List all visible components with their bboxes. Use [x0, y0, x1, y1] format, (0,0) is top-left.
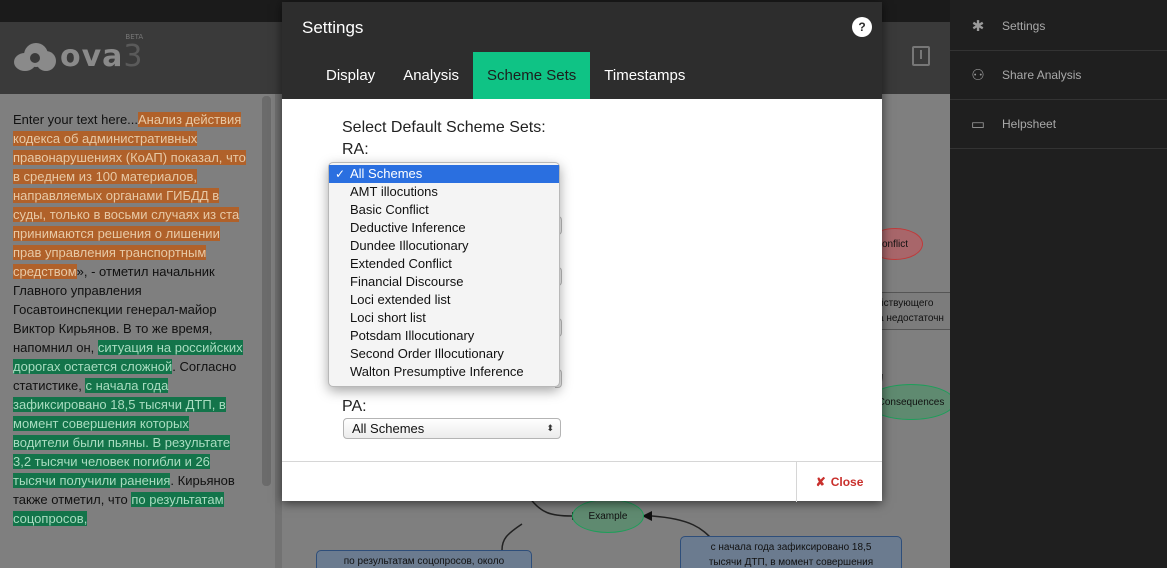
scheme-sets-heading: Select Default Scheme Sets:	[342, 119, 546, 136]
scheme-option[interactable]: ✓ All Schemes	[329, 165, 559, 183]
text-segment[interactable]: Анализ действия кодекса об административ…	[13, 112, 246, 279]
text-panel[interactable]: Enter your text here...Анализ действия к…	[0, 94, 275, 568]
scheme-option-label: Second Order Illocutionary	[350, 346, 504, 361]
right-sidebar: ✱ Settings ⚇ Share Analysis ▭ Helpsheet	[950, 0, 1167, 568]
scheme-option[interactable]: Deductive Inference	[329, 219, 559, 237]
sidebar-item-settings[interactable]: ✱ Settings	[950, 2, 1167, 51]
scheme-option-label: Financial Discourse	[350, 274, 464, 289]
scheme-option[interactable]: Walton Presumptive Inference	[329, 363, 559, 381]
settings-tabs: Display Analysis Scheme Sets Timestamps	[312, 52, 699, 99]
scheme-option-label: Dundee Illocutionary	[350, 238, 469, 253]
ra-scheme-dropdown[interactable]: ✓ All Schemes AMT illocutions Basic Conflic…	[328, 162, 560, 387]
export-icon[interactable]	[912, 46, 930, 66]
sidebar-item-helpsheet[interactable]: ▭ Helpsheet	[950, 100, 1167, 149]
panel-divider[interactable]	[275, 94, 282, 568]
close-button[interactable]: ✘ Close	[796, 462, 882, 502]
scheme-option[interactable]: Loci short list	[329, 309, 559, 327]
pa-scheme-select[interactable]: All Schemes ⬍	[343, 418, 561, 439]
modal-header: Settings ? Display Analysis Scheme Sets …	[282, 2, 882, 99]
example-node[interactable]: Example	[572, 499, 644, 533]
modal-footer: ✘ Close	[282, 461, 882, 502]
scheme-option[interactable]: Financial Discourse	[329, 273, 559, 291]
scheme-option-label: Basic Conflict	[350, 202, 429, 217]
text-segment[interactable]: Enter your text here...	[13, 112, 138, 127]
logo-version: BETA 3	[123, 32, 144, 74]
text-segment[interactable]: с начала года зафиксировано 18,5 тысячи …	[13, 378, 231, 488]
scheme-option-label: Deductive Inference	[350, 220, 466, 235]
gear-icon: ✱	[971, 18, 985, 35]
scheme-option-label: Loci extended list	[350, 292, 451, 307]
scheme-option-label: Walton Presumptive Inference	[350, 364, 524, 379]
tab-scheme-sets[interactable]: Scheme Sets	[473, 52, 591, 99]
ova-logo: ova BETA 3	[14, 32, 144, 74]
text-scrollbar[interactable]	[262, 96, 271, 486]
modal-title: Settings	[302, 18, 364, 37]
scheme-option[interactable]: Basic Conflict	[329, 201, 559, 219]
canvas-box-bottom-left[interactable]: по результатам соцопросов, около	[316, 550, 532, 568]
pa-label: PA:	[342, 398, 367, 415]
logo-text: ova	[60, 38, 124, 74]
ra-label: RA:	[342, 141, 369, 158]
scheme-option-label: Extended Conflict	[350, 256, 452, 271]
scheme-option-label: Potsdam Illocutionary	[350, 328, 475, 343]
scheme-option[interactable]: Extended Conflict	[329, 255, 559, 273]
canvas-box-bottom-right[interactable]: с начала года зафиксировано 18,5 тысячи Д…	[680, 536, 902, 568]
analysis-text[interactable]: Enter your text here...Анализ действия к…	[13, 110, 246, 528]
scheme-option[interactable]: Potsdam Illocutionary	[329, 327, 559, 345]
scheme-option[interactable]: AMT illocutions	[329, 183, 559, 201]
canvas-box-right-top[interactable]: йствующего а недостаточн	[872, 292, 950, 330]
tab-analysis[interactable]: Analysis	[389, 52, 473, 99]
logo-badge: BETA	[125, 32, 144, 41]
sidebar-item-share-analysis[interactable]: ⚇ Share Analysis	[950, 51, 1167, 100]
tab-display[interactable]: Display	[312, 52, 389, 99]
close-icon: ✘	[815, 475, 826, 489]
scheme-option[interactable]: Loci extended list	[329, 291, 559, 309]
comment-icon: ▭	[970, 116, 986, 133]
scheme-option-label: AMT illocutions	[350, 184, 438, 199]
settings-modal: Settings ? Display Analysis Scheme Sets …	[282, 2, 882, 502]
users-icon: ⚇	[971, 67, 985, 84]
cloud-logo-icon	[14, 41, 56, 71]
select-arrows-icon: ⬍	[546, 423, 554, 433]
scheme-option[interactable]: Dundee Illocutionary	[329, 237, 559, 255]
scheme-option-label: All Schemes	[350, 166, 423, 181]
scheme-option-label: Loci short list	[350, 310, 426, 325]
help-icon[interactable]: ?	[852, 17, 872, 37]
tab-timestamps[interactable]: Timestamps	[590, 52, 699, 99]
scheme-option[interactable]: Second Order Illocutionary	[329, 345, 559, 363]
check-icon: ✓	[335, 167, 346, 181]
modal-body: Select Default Scheme Sets: RA: ✓ All Sch…	[282, 99, 882, 461]
